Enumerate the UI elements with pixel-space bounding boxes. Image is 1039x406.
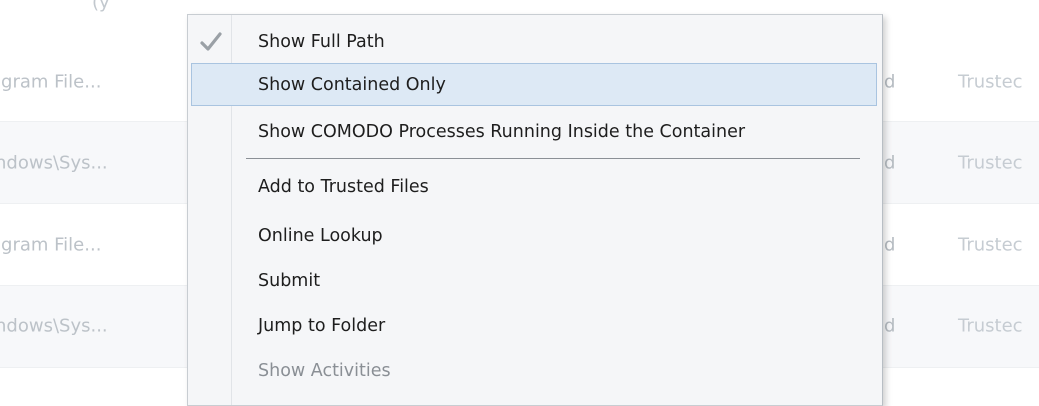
menu-item-show-full-path[interactable]: Show Full Path: [191, 20, 877, 63]
check-icon: [200, 31, 222, 51]
menu-separator: [246, 158, 860, 159]
file-path-cell: ogram File...: [0, 234, 102, 256]
menu-item-jump-to-folder[interactable]: Jump to Folder: [191, 304, 877, 347]
menu-item-label: Show Full Path: [258, 31, 385, 52]
menu-item-label: Show Activities: [258, 360, 391, 381]
status-cell: Trustec: [958, 234, 1023, 256]
list-fragment-top: (y: [92, 0, 110, 13]
rating-cell: d: [884, 315, 896, 337]
menu-item-show-contained-only[interactable]: Show Contained Only: [191, 63, 877, 106]
status-cell: Trustec: [958, 315, 1023, 337]
menu-item-add-to-trusted-files[interactable]: Add to Trusted Files: [191, 165, 877, 208]
menu-item-online-lookup[interactable]: Online Lookup: [191, 214, 877, 257]
file-path-cell: ogram File...: [0, 71, 102, 93]
status-cell: Trustec: [958, 71, 1023, 93]
rating-cell: d: [884, 234, 896, 256]
context-menu: Show Full Path Show Contained Only Show …: [187, 14, 883, 406]
rating-cell: d: [884, 71, 896, 93]
menu-item-label: Add to Trusted Files: [258, 176, 429, 197]
menu-item-label: Jump to Folder: [258, 315, 386, 336]
status-cell: Trustec: [958, 152, 1023, 174]
file-path-cell: indows\Sys...: [0, 152, 108, 174]
menu-item-label: Show Contained Only: [258, 74, 446, 95]
menu-item-submit[interactable]: Submit: [191, 259, 877, 302]
rating-cell: d: [884, 152, 896, 174]
menu-item-label: Online Lookup: [258, 225, 383, 246]
menu-item-show-comodo-processes[interactable]: Show COMODO Processes Running Inside the…: [191, 110, 877, 153]
menu-item-label: Submit: [258, 270, 321, 291]
menu-item-show-activities: Show Activities: [191, 349, 877, 392]
file-path-cell: indows\Sys...: [0, 315, 108, 337]
menu-item-label: Show COMODO Processes Running Inside the…: [258, 121, 746, 142]
